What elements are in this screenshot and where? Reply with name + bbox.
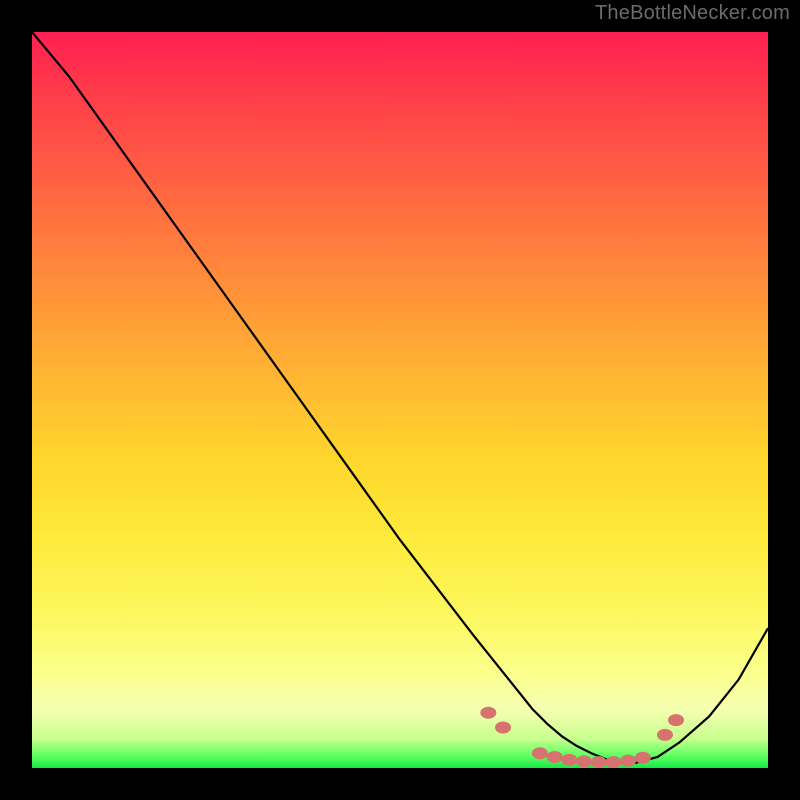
optimal-marker: [495, 722, 511, 734]
curve-line: [32, 32, 768, 763]
optimal-marker: [668, 714, 684, 726]
optimal-marker: [532, 747, 548, 759]
optimal-marker: [591, 756, 607, 768]
optimal-marker: [620, 755, 636, 767]
optimal-marker: [480, 707, 496, 719]
optimal-marker: [561, 754, 577, 766]
optimal-marker: [605, 756, 621, 768]
optimal-marker: [576, 755, 592, 767]
plot-area: [32, 32, 768, 768]
optimal-marker: [657, 729, 673, 741]
watermark-text: TheBottleNecker.com: [595, 2, 790, 25]
optimal-marker: [635, 752, 651, 764]
optimal-marker: [547, 751, 563, 763]
curve-svg: [32, 32, 768, 768]
chart-outer: TheBottleNecker.com: [0, 0, 800, 800]
bottleneck-curve: [32, 32, 768, 763]
